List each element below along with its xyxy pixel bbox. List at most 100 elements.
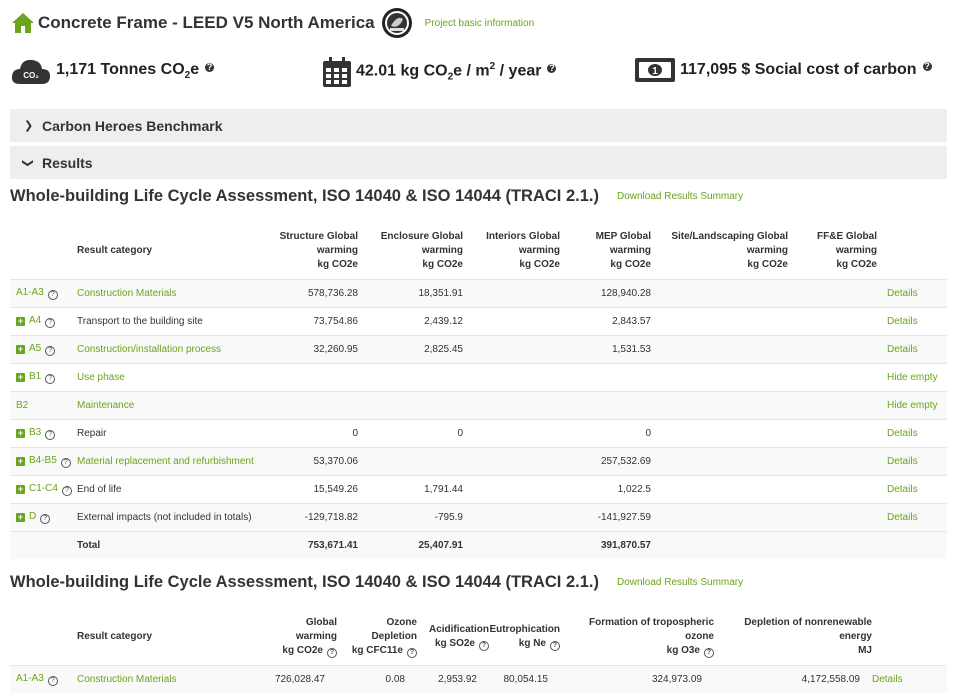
help-icon[interactable]: ? xyxy=(704,647,714,658)
category-cell[interactable]: Material replacement and refurbishment xyxy=(77,446,267,475)
expand-plus-icon[interactable]: + xyxy=(16,456,25,466)
site-value xyxy=(651,278,788,307)
svg-text:CO₂: CO₂ xyxy=(23,71,39,80)
header-smog: Formation of tropospheric ozone kg O3e? xyxy=(589,616,714,658)
site-value xyxy=(651,334,788,363)
kpi-intensity: 42.01 kg CO2e / m2 / year ? xyxy=(322,56,557,88)
enclosure-value: -795.9 xyxy=(358,502,463,531)
help-icon[interactable]: ? xyxy=(47,289,58,300)
header-structure: Structure Global warming kg CO2e xyxy=(279,231,358,271)
header-result-category: Result category xyxy=(77,630,153,642)
page-header: Concrete Frame - LEED V5 North America P… xyxy=(10,6,534,40)
help-icon[interactable]: ? xyxy=(479,640,489,651)
download-results-link[interactable]: Download Results Summary xyxy=(617,577,743,588)
category-cell: Transport to the building site xyxy=(77,306,267,335)
category-cell[interactable]: Use phase xyxy=(77,362,267,391)
category-cell[interactable]: Construction/installation process xyxy=(77,334,267,363)
help-icon[interactable]: ? xyxy=(407,647,417,658)
category-cell[interactable]: Construction Materials xyxy=(77,278,267,307)
benchmark-accordion[interactable]: ❯ Carbon Heroes Benchmark xyxy=(10,109,947,142)
table-row: + D? External impacts (not included in tot… xyxy=(10,502,947,531)
table-row: + A4? Transport to the building site 73,754… xyxy=(10,306,947,335)
total-label: Total xyxy=(77,530,267,559)
home-icon[interactable] xyxy=(10,11,36,35)
expand-plus-icon[interactable]: + xyxy=(16,372,25,382)
table-row: + B1? Use phase Hide empty xyxy=(10,362,947,391)
enclosure-value xyxy=(358,446,463,475)
category-cell: External impacts (not included in totals… xyxy=(77,502,267,531)
details-link[interactable]: Details xyxy=(877,502,947,531)
hide-empty-link[interactable]: Hide empty xyxy=(877,362,947,391)
help-icon[interactable]: ? xyxy=(205,62,215,72)
help-icon[interactable]: ? xyxy=(61,485,72,496)
total-enclosure: 25,407.91 xyxy=(358,530,463,559)
chevron-right-icon: ❯ xyxy=(24,120,34,132)
eutro-value: 80,054.15 xyxy=(489,664,560,693)
help-icon[interactable]: ? xyxy=(45,345,56,356)
category-cell[interactable]: Maintenance xyxy=(77,390,267,419)
stage-code-cell: + A5? xyxy=(10,334,77,363)
help-icon[interactable]: ? xyxy=(40,513,51,524)
header-global-warming: Global warming kg CO2e? xyxy=(282,616,337,658)
enclosure-value: 2,825.45 xyxy=(358,334,463,363)
mep-value: 0 xyxy=(560,418,651,447)
mep-value: 1,022.5 xyxy=(560,474,651,503)
kpi-social-cost: 1 117,095 $ Social cost of carbon ? xyxy=(634,56,932,84)
help-icon[interactable]: ? xyxy=(922,61,932,71)
expand-plus-icon[interactable]: + xyxy=(16,344,25,354)
ffe-value xyxy=(788,306,877,335)
results-accordion[interactable]: ❯ Results xyxy=(10,146,947,179)
details-link[interactable]: Details xyxy=(877,278,947,307)
co2-cloud-icon: CO₂ xyxy=(11,59,50,84)
header-mep: MEP Global warming kg CO2e xyxy=(595,231,651,271)
details-link[interactable]: Details xyxy=(877,418,947,447)
details-link[interactable]: Details xyxy=(872,664,947,693)
kpi-bar: CO₂ 1,171 Tonnes CO2e ? 42.01 kg CO2e / … xyxy=(10,56,960,92)
enclosure-value: 0 xyxy=(358,418,463,447)
help-icon[interactable]: ? xyxy=(45,373,56,384)
expand-plus-icon[interactable]: + xyxy=(16,316,25,326)
ffe-value xyxy=(788,278,877,307)
header-acidification: Acidification kg SO2e? xyxy=(428,623,489,651)
help-icon[interactable]: ? xyxy=(547,63,557,73)
site-value xyxy=(651,306,788,335)
site-value xyxy=(651,474,788,503)
expand-plus-icon[interactable]: + xyxy=(16,428,25,438)
download-results-link[interactable]: Download Results Summary xyxy=(617,191,743,202)
details-link[interactable]: Details xyxy=(877,446,947,475)
total-row: Total 753,671.41 25,407.91 391,870.57 xyxy=(10,530,947,559)
structure-value: 53,370.06 xyxy=(267,446,358,475)
ffe-value xyxy=(788,334,877,363)
category-cell[interactable]: Construction Materials xyxy=(77,664,267,693)
kpi-total-co2: CO₂ 1,171 Tonnes CO2e ? xyxy=(10,56,215,86)
enclosure-value: 1,791.44 xyxy=(358,474,463,503)
help-icon[interactable]: ? xyxy=(327,647,337,658)
ffe-value xyxy=(788,390,877,419)
section-title: Whole-building Life Cycle Assessment, IS… xyxy=(10,573,744,591)
interiors-value xyxy=(463,362,560,391)
help-icon[interactable]: ? xyxy=(60,457,71,468)
help-icon[interactable]: ? xyxy=(550,640,560,651)
expand-plus-icon[interactable]: + xyxy=(16,484,25,494)
help-icon[interactable]: ? xyxy=(47,675,58,686)
help-icon[interactable]: ? xyxy=(45,317,56,328)
details-link[interactable]: Details xyxy=(877,474,947,503)
header-result-category: Result category xyxy=(77,245,153,257)
mep-value xyxy=(560,390,651,419)
expand-plus-icon[interactable]: + xyxy=(16,512,25,522)
category-cell: Repair xyxy=(77,418,267,447)
ffe-value xyxy=(788,446,877,475)
ozone-value: 0.08 xyxy=(337,664,417,693)
header-enclosure: Enclosure Global warming kg CO2e xyxy=(380,231,463,271)
details-link[interactable]: Details xyxy=(877,334,947,363)
structure-value: 578,736.28 xyxy=(267,278,358,307)
project-basic-info-link[interactable]: Project basic information xyxy=(425,18,535,29)
hide-empty-link[interactable]: Hide empty xyxy=(877,390,947,419)
svg-text:1: 1 xyxy=(652,66,658,77)
interiors-value xyxy=(463,446,560,475)
site-value xyxy=(651,502,788,531)
details-link[interactable]: Details xyxy=(877,306,947,335)
interiors-value xyxy=(463,334,560,363)
help-icon[interactable]: ? xyxy=(45,429,56,440)
stage-code-cell: A1-A3? xyxy=(10,278,77,307)
